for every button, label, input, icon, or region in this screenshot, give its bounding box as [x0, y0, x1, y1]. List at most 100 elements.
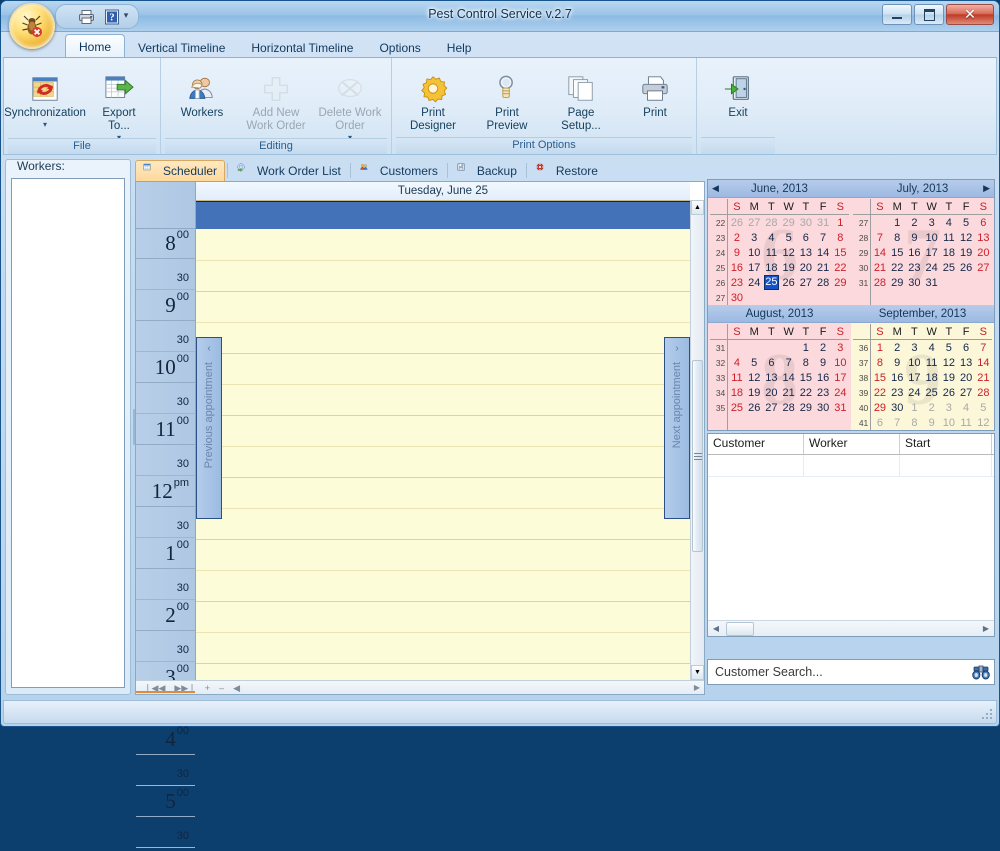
calendar-day[interactable]: 24 [746, 275, 763, 290]
calendar-day[interactable]: 15 [832, 245, 849, 260]
calendar-day[interactable]: 30 [889, 400, 906, 415]
calendar-day[interactable]: 6 [957, 340, 974, 356]
calendar-day[interactable]: 16 [814, 370, 831, 385]
application-menu-button[interactable] [9, 3, 55, 49]
calendar-day[interactable]: 30 [797, 215, 814, 231]
calendar-day[interactable]: 16 [728, 260, 746, 275]
calendar-day[interactable]: 27 [746, 215, 763, 231]
grid-horizontal-scrollbar[interactable]: ◀ ▶ [708, 620, 994, 636]
ribbon-button-print-preview[interactable]: Print Preview [470, 62, 544, 133]
calendar-day[interactable]: 24 [832, 385, 849, 400]
calendar-day[interactable]: 8 [871, 355, 889, 370]
calendar-day[interactable]: 4 [957, 400, 974, 415]
calendar-day[interactable]: 14 [871, 245, 889, 260]
column-header-start[interactable]: Start [900, 434, 992, 454]
calendar-august[interactable]: August, 20138SMTWTFS31123324567891033111… [708, 305, 851, 430]
time-slot[interactable]: 30 [136, 817, 195, 848]
calendar-day[interactable]: 4 [728, 355, 746, 370]
print-icon[interactable] [76, 7, 96, 26]
calendar-day[interactable]: 15 [889, 245, 906, 260]
calendar-day[interactable]: 8 [906, 415, 923, 430]
minimize-button[interactable] [882, 4, 912, 25]
calendar-day[interactable]: 17 [832, 370, 849, 385]
calendar-day[interactable]: 6 [763, 355, 780, 370]
calendar-day[interactable]: 1 [906, 400, 923, 415]
calendar-day[interactable]: 11 [923, 355, 940, 370]
calendar-day[interactable]: 20 [763, 385, 780, 400]
grid-scroll-left-button[interactable]: ◀ [708, 624, 724, 633]
calendar-day[interactable]: 18 [728, 385, 746, 400]
all-day-area[interactable] [196, 201, 690, 230]
calendar-day[interactable]: 8 [832, 230, 849, 245]
calendar-day[interactable]: 28 [780, 400, 797, 415]
ribbon-tab-options[interactable]: Options [366, 37, 433, 59]
calendar-day[interactable]: 23 [889, 385, 906, 400]
chevron-down-icon[interactable]: ▾ [43, 121, 47, 129]
calendar-day[interactable]: 1 [832, 215, 849, 231]
calendar-day[interactable]: 25 [923, 385, 940, 400]
calendar-day[interactable]: 10 [746, 245, 763, 260]
calendar-day[interactable]: 23 [906, 260, 923, 275]
scroll-left-button[interactable]: ◀ [233, 682, 240, 694]
ribbon-tab-home[interactable]: Home [65, 34, 125, 59]
calendar-day[interactable]: 1 [797, 340, 814, 356]
calendar-day-selected[interactable]: 25 [763, 275, 780, 290]
calendar-prev-icon[interactable]: ◀ [712, 182, 719, 195]
calendar-day[interactable]: 19 [780, 260, 797, 275]
time-slot[interactable]: 900 [136, 290, 195, 321]
calendar-day[interactable]: 7 [975, 340, 992, 356]
calendar-day[interactable]: 30 [814, 400, 831, 415]
scroll-right-button[interactable]: ▶ [694, 683, 700, 692]
ribbon-tab-horizontal-timeline[interactable]: Horizontal Timeline [238, 37, 366, 59]
calendar-day[interactable]: 29 [797, 400, 814, 415]
calendar-day[interactable]: 20 [975, 245, 992, 260]
calendar-day[interactable]: 19 [940, 370, 957, 385]
calendar-day[interactable]: 15 [871, 370, 889, 385]
calendar-day[interactable]: 2 [728, 230, 746, 245]
time-slot[interactable]: 1000 [136, 352, 195, 383]
calendar-day[interactable]: 31 [814, 215, 831, 231]
calendar-day[interactable]: 21 [780, 385, 797, 400]
time-slot[interactable]: 500 [136, 786, 195, 817]
column-header-worker[interactable]: Worker [804, 434, 900, 454]
calendar-day[interactable]: 3 [940, 400, 957, 415]
calendar-day[interactable]: 18 [763, 260, 780, 275]
calendar-day[interactable]: 26 [728, 215, 746, 231]
previous-appointment-button[interactable]: ‹ Previous appointment [196, 337, 222, 519]
calendar-day[interactable]: 27 [957, 385, 974, 400]
calendar-day[interactable]: 12 [746, 370, 763, 385]
calendar-day[interactable]: 25 [940, 260, 957, 275]
calendar-day[interactable]: 9 [923, 415, 940, 430]
calendar-day[interactable]: 12 [975, 415, 992, 430]
calendar-day[interactable]: 13 [797, 245, 814, 260]
calendar-day[interactable]: 7 [889, 415, 906, 430]
tab-restore[interactable]: Restore [529, 160, 605, 181]
calendar-day[interactable]: 20 [957, 370, 974, 385]
calendar-day[interactable]: 16 [906, 245, 923, 260]
time-slot[interactable]: 30 [136, 383, 195, 414]
calendar-day[interactable]: 29 [832, 275, 849, 290]
calendar-day[interactable]: 7 [814, 230, 831, 245]
calendar-day[interactable]: 24 [906, 385, 923, 400]
calendar-day[interactable]: 4 [763, 230, 780, 245]
column-header-customer[interactable]: Customer [708, 434, 804, 454]
calendar-day[interactable]: 10 [940, 415, 957, 430]
tab-backup[interactable]: Backup [450, 160, 524, 181]
calendar-day[interactable]: 30 [728, 290, 746, 305]
calendar-day[interactable]: 21 [871, 260, 889, 275]
calendar-day[interactable]: 27 [797, 275, 814, 290]
calendar-day[interactable]: 11 [940, 230, 957, 245]
close-button[interactable]: ✕ [946, 4, 994, 25]
time-slot[interactable]: 12pm [136, 476, 195, 507]
calendar-day[interactable]: 17 [906, 370, 923, 385]
calendar-day[interactable]: 1 [871, 340, 889, 356]
scroll-down-button[interactable]: ▼ [691, 665, 704, 680]
calendar-day[interactable]: 4 [923, 340, 940, 356]
time-slot[interactable]: 30 [136, 321, 195, 352]
ribbon-tab-help[interactable]: Help [434, 37, 485, 59]
calendar-day[interactable]: 8 [797, 355, 814, 370]
calendar-day[interactable]: 9 [906, 230, 923, 245]
calendar-day[interactable]: 2 [906, 215, 923, 231]
calendar-day[interactable]: 3 [746, 230, 763, 245]
calendar-day[interactable]: 10 [923, 230, 940, 245]
